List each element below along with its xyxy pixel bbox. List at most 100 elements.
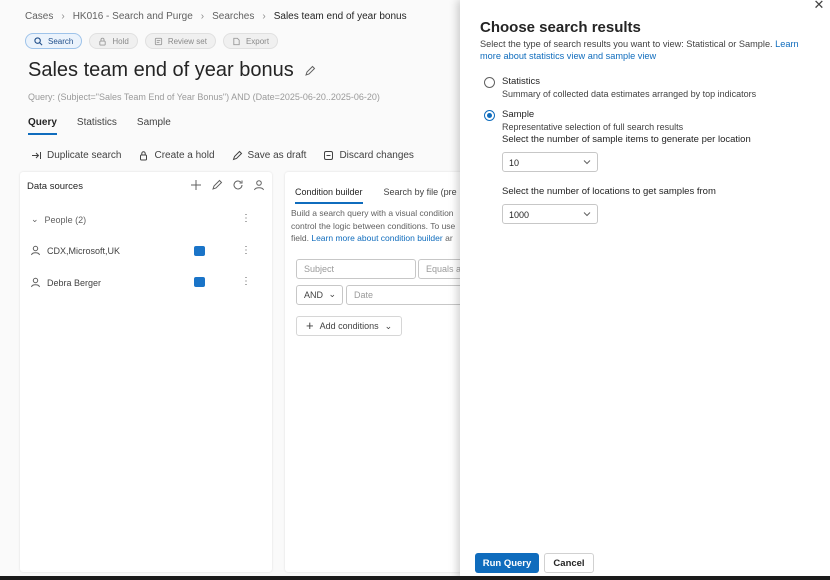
pill-hold-label: Hold (112, 36, 129, 46)
breadcrumb-case[interactable]: HK016 - Search and Purge (73, 11, 193, 22)
chevron-right-icon: › (61, 11, 65, 22)
people-group-label: People (2) (44, 214, 87, 225)
result-tabs: Query Statistics Sample (28, 117, 171, 135)
condition-description: Build a search query with a visual condi… (291, 207, 465, 245)
operator-field[interactable]: Equals an (418, 259, 465, 279)
tab-statistics[interactable]: Statistics (77, 117, 117, 135)
add-conditions-button[interactable]: + Add conditions ⌄ (296, 316, 403, 336)
more-options-icon[interactable]: ⋮ (241, 213, 251, 224)
chevron-down-icon: ⌄ (384, 320, 393, 331)
toolbar: Duplicate search Create a hold Save as d… (31, 150, 414, 161)
stage-pills: Search Hold Review set Export (25, 33, 279, 49)
person-icon (31, 245, 40, 256)
logic-operator-dropdown[interactable]: AND ⌄ (296, 285, 343, 305)
condition-builder-learn-more-link[interactable]: Learn more about condition builder (311, 233, 442, 243)
condition-desc-line: field. (291, 233, 309, 243)
tab-query[interactable]: Query (28, 117, 57, 135)
chevron-down-icon: ⌄ (328, 289, 336, 299)
logic-operator-value: AND (304, 290, 324, 300)
chevron-down-icon (583, 212, 591, 217)
tab-sample[interactable]: Sample (137, 117, 171, 135)
data-sources-card: Data sources ⌄ People (2) ⋮ CDX,Microsof… (20, 172, 272, 572)
tab-condition-builder[interactable]: Condition builder (295, 187, 363, 204)
sample-radio[interactable] (484, 110, 495, 121)
breadcrumb-cases[interactable]: Cases (25, 11, 53, 22)
pill-search[interactable]: Search (25, 33, 83, 49)
sample-label: Sample (502, 109, 535, 120)
duplicate-search-label: Duplicate search (47, 150, 122, 161)
statistics-label: Statistics (502, 76, 541, 87)
query-summary: Query: (Subject="Sales Team End of Year … (28, 92, 380, 102)
data-source-row[interactable]: CDX,Microsoft,UK (30, 245, 120, 256)
statistics-description: Summary of collected data estimates arra… (502, 89, 757, 99)
edit-icon[interactable] (211, 179, 223, 191)
export-icon (233, 37, 240, 45)
discard-icon (324, 151, 334, 160)
breadcrumb-searches[interactable]: Searches (212, 11, 254, 22)
chevron-right-icon: › (200, 11, 205, 22)
tab-search-by-file[interactable]: Search by file (pre (384, 187, 457, 204)
duplicate-search-button[interactable]: Duplicate search (31, 150, 121, 161)
pill-review-set-label: Review set (167, 36, 207, 46)
refresh-icon[interactable] (232, 179, 244, 191)
person-icon (31, 277, 40, 288)
subject-field[interactable]: Subject (296, 259, 416, 279)
sample-radio-row[interactable] (484, 109, 495, 121)
create-hold-button[interactable]: Create a hold (138, 150, 215, 161)
data-source-name: CDX,Microsoft,UK (47, 245, 121, 256)
items-per-location-question: Select the number of sample items to gen… (502, 134, 751, 145)
save-draft-button[interactable]: Save as draft (232, 150, 307, 161)
data-source-row[interactable]: Debra Berger (30, 277, 101, 288)
run-query-button[interactable]: Run Query (475, 553, 539, 573)
data-sources-actions (190, 179, 265, 191)
cancel-button[interactable]: Cancel (544, 553, 594, 573)
breadcrumb-current: Sales team end of year bonus (273, 11, 407, 22)
condition-desc-line: Build a search query with a visual condi… (291, 208, 454, 218)
data-source-name: Debra Berger (47, 277, 102, 288)
locations-value: 1000 (509, 210, 530, 220)
statistics-radio[interactable] (484, 77, 495, 88)
pill-export[interactable]: Export (222, 33, 279, 49)
statistics-radio-row[interactable] (484, 76, 495, 88)
pill-search-label: Search (48, 36, 74, 46)
condition-tabs: Condition builder Search by file (pre (295, 187, 457, 204)
items-per-location-value: 10 (509, 158, 520, 168)
page-title: Sales team end of year bonus (28, 59, 316, 82)
manage-sources-icon[interactable] (253, 179, 265, 191)
create-hold-label: Create a hold (154, 150, 215, 161)
locations-question: Select the number of locations to get sa… (502, 186, 716, 197)
close-icon[interactable]: ✕ (812, 0, 826, 12)
locations-dropdown[interactable]: 1000 (502, 204, 598, 224)
page-title-text: Sales team end of year bonus (28, 59, 294, 81)
lock-icon (140, 151, 148, 161)
condition-desc-tail: ar (445, 233, 453, 243)
data-sources-title: Data sources (27, 181, 83, 192)
lock-icon (99, 37, 107, 46)
add-icon: + (306, 318, 314, 333)
people-group-toggle[interactable]: ⌄ People (2) (31, 214, 86, 225)
more-options-icon[interactable]: ⋮ (241, 245, 251, 256)
items-per-location-dropdown[interactable]: 10 (502, 152, 598, 172)
pill-hold[interactable]: Hold (89, 33, 138, 49)
sample-description: Representative selection of full search … (502, 122, 684, 132)
date-field[interactable]: Date (346, 285, 465, 305)
review-set-icon (154, 37, 162, 45)
more-options-icon[interactable]: ⋮ (241, 276, 251, 287)
taskbar-edge (0, 576, 830, 580)
chevron-down-icon (583, 160, 591, 165)
discard-changes-button[interactable]: Discard changes (323, 150, 414, 161)
outlook-icon (194, 246, 205, 256)
breadcrumb: Cases › HK016 - Search and Purge › Searc… (25, 11, 407, 22)
search-icon (34, 36, 43, 45)
panel-description: Select the type of search results you wa… (480, 38, 815, 62)
condition-desc-line: control the logic between conditions. To… (291, 220, 456, 231)
choose-search-results-panel: ✕ Choose search results Select the type … (460, 0, 830, 580)
panel-description-text: Select the type of search results you wa… (480, 39, 773, 49)
pencil-icon[interactable] (304, 65, 316, 77)
pencil-icon (232, 150, 242, 161)
save-draft-label: Save as draft (247, 150, 307, 161)
duplicate-icon (32, 152, 41, 159)
add-icon[interactable] (190, 179, 202, 191)
pill-export-label: Export (245, 36, 270, 46)
pill-review-set[interactable]: Review set (144, 33, 216, 49)
